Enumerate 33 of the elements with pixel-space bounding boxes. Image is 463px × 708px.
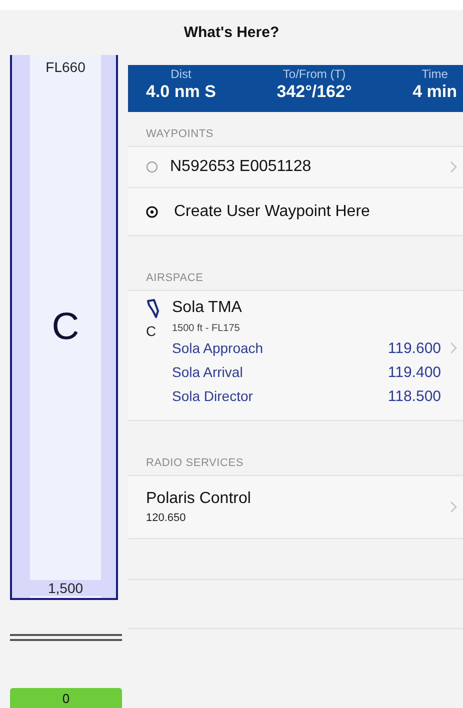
counter-badge: 0 — [10, 688, 122, 708]
chevron-icon — [450, 501, 457, 513]
frequency-value: 119.600 — [388, 340, 441, 356]
frequency-row[interactable]: Sola Approach 119.600 — [172, 338, 457, 358]
circle-icon — [146, 161, 158, 173]
radio-service-row[interactable]: Polaris Control 120.650 — [128, 476, 463, 538]
airspace-class: C — [146, 323, 156, 339]
frequency-row[interactable]: Sola Director 118.500 — [172, 386, 457, 406]
summary-label: Dist — [170, 67, 192, 81]
section-header: WAYPOINTS — [145, 127, 214, 142]
airspace-limits: 1500 ft - FL175 — [172, 323, 241, 334]
frequency-value: 119.400 — [388, 364, 441, 380]
waypoint-row[interactable]: N592653 E0051128 — [128, 147, 463, 187]
frequency-name: Sola Approach — [172, 340, 264, 356]
waypoint-row[interactable]: Create User Waypoint Here — [128, 187, 463, 235]
window-title: What's Here? — [184, 24, 280, 41]
section-header: RADIO SERVICES — [145, 456, 245, 471]
summary-label: Time — [422, 67, 448, 81]
summary-value: 4.0 nm S — [146, 82, 216, 102]
lower-limit-label: 1,500 — [30, 580, 102, 596]
frequency-value: 118.500 — [388, 388, 441, 404]
frequency-name: Sola Director — [172, 388, 254, 404]
frequency-name: Sola Arrival — [172, 364, 244, 380]
upper-limit-label: FL660 — [46, 59, 86, 75]
airspace-name: Sola TMA — [172, 299, 243, 317]
section-header: AIRSPACE — [145, 271, 204, 286]
summary-label: To/From (T) — [282, 67, 346, 81]
frequency-row[interactable]: Sola Arrival 119.400 — [172, 362, 457, 382]
airspace-shape-icon — [146, 299, 160, 319]
summary-value: 342°/162° — [276, 82, 352, 102]
airspace-class-label: C — [52, 306, 80, 349]
summary-value: 4 min — [412, 82, 457, 102]
target-icon — [146, 206, 158, 218]
